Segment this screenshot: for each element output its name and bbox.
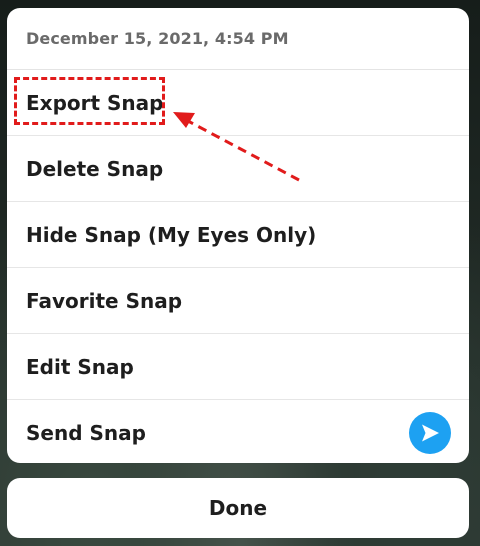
menu-item-label: Delete Snap — [26, 156, 164, 181]
menu-item-export-snap[interactable]: Export Snap — [7, 70, 469, 136]
action-sheet: December 15, 2021, 4:54 PM Export Snap D… — [7, 8, 469, 463]
menu-item-label: Export Snap — [26, 90, 164, 115]
sheet-header: December 15, 2021, 4:54 PM — [7, 8, 469, 70]
send-arrow-glyph — [422, 424, 439, 442]
menu-item-label: Favorite Snap — [26, 288, 183, 313]
menu-item-label: Edit Snap — [26, 354, 134, 379]
menu-item-edit-snap[interactable]: Edit Snap — [7, 334, 469, 400]
done-button[interactable]: Done — [7, 478, 469, 538]
snap-timestamp: December 15, 2021, 4:54 PM — [26, 29, 289, 48]
menu-item-favorite-snap[interactable]: Favorite Snap — [7, 268, 469, 334]
menu-item-send-snap[interactable]: Send Snap — [7, 400, 469, 463]
send-arrow-icon[interactable] — [409, 412, 451, 454]
menu-item-label: Hide Snap (My Eyes Only) — [26, 222, 317, 247]
menu-item-label: Send Snap — [26, 421, 146, 445]
done-button-label: Done — [208, 496, 268, 520]
menu-item-delete-snap[interactable]: Delete Snap — [7, 136, 469, 202]
menu-item-hide-snap[interactable]: Hide Snap (My Eyes Only) — [7, 202, 469, 268]
